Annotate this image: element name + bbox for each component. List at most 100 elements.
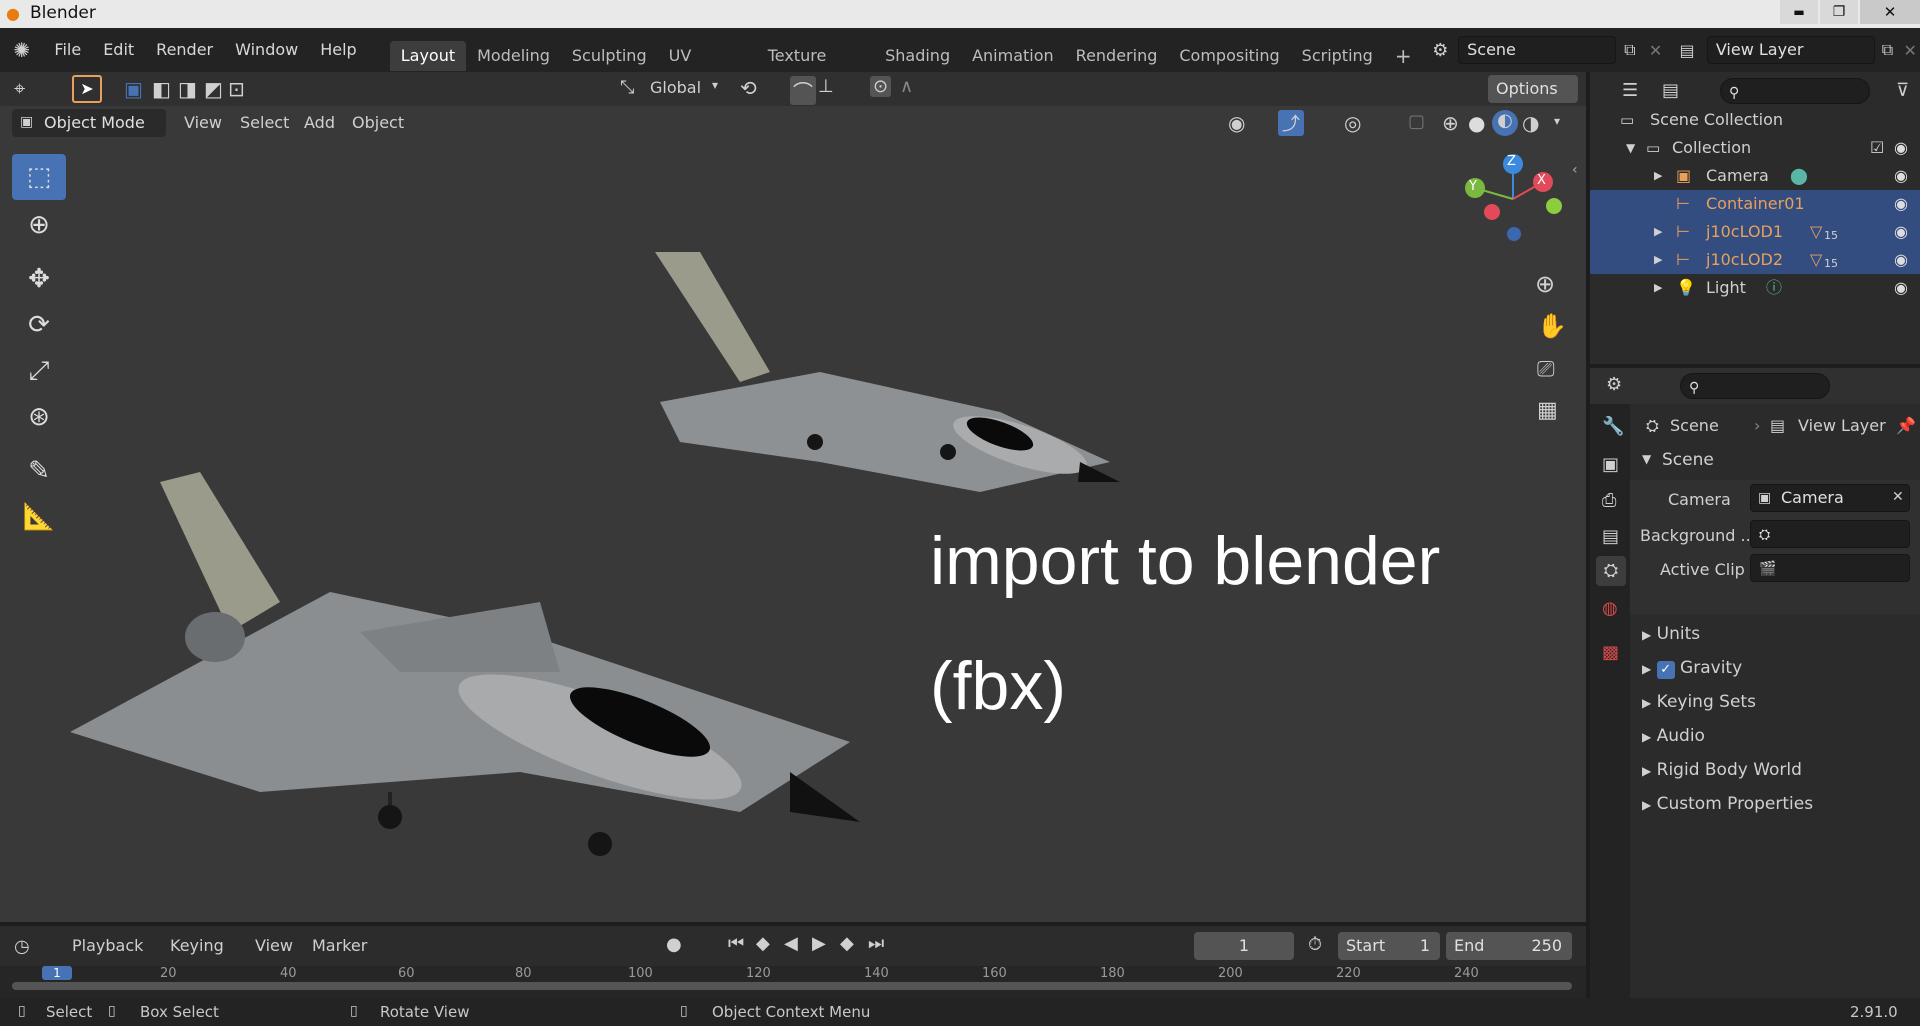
menu-help[interactable]: Help bbox=[309, 28, 367, 72]
rotate-tool-icon[interactable]: ⟳ bbox=[12, 302, 66, 348]
shading-options-chevron-icon[interactable]: ▾ bbox=[1554, 114, 1560, 128]
units-panel-header[interactable]: ▶ Units bbox=[1630, 618, 1908, 650]
outliner-row-collection[interactable]: ▼ ▭ Collection ☑ ◉ bbox=[1590, 134, 1920, 162]
tab-compositing[interactable]: Compositing bbox=[1168, 41, 1290, 71]
tab-sculpting[interactable]: Sculpting bbox=[561, 41, 658, 71]
current-frame-field[interactable]: 1 bbox=[1194, 932, 1294, 960]
timeline-menu-playback[interactable]: Playback bbox=[72, 936, 143, 955]
outliner-row-container01[interactable]: ⊢ Container01 ◉ bbox=[1590, 190, 1920, 218]
tab-texture-paint[interactable]: Texture Paint bbox=[757, 41, 874, 95]
wireframe-shading-icon[interactable]: ⊕ bbox=[1442, 111, 1459, 135]
solid-shading-icon[interactable]: ● bbox=[1468, 111, 1485, 135]
camera-field[interactable]: Camera bbox=[1750, 484, 1910, 512]
maximize-button[interactable]: ❐ bbox=[1820, 0, 1858, 24]
timeline-menu-keying[interactable]: Keying bbox=[170, 936, 224, 955]
scale-tool-icon[interactable]: ⤢ bbox=[12, 348, 66, 394]
next-keyframe-icon[interactable]: ◆ bbox=[840, 933, 854, 954]
eye-icon[interactable]: ◉ bbox=[1894, 218, 1908, 246]
select-box-tool-icon[interactable]: ⬚ bbox=[12, 154, 66, 200]
tab-scripting[interactable]: Scripting bbox=[1291, 41, 1384, 71]
gravity-checkbox[interactable]: ✓ bbox=[1656, 661, 1675, 679]
menu-file[interactable]: File bbox=[43, 28, 92, 72]
viewport-menu-add[interactable]: Add bbox=[304, 113, 335, 132]
cursor-tool-icon[interactable]: ⊕ bbox=[12, 202, 66, 248]
select-mode-subtract-icon[interactable]: ◨ bbox=[178, 77, 197, 101]
3d-viewport[interactable]: import to blender (fbx) Z X Y ⊕ ✋ ⎚ ▦ ‹ bbox=[0, 72, 1586, 922]
scene-field[interactable]: Scene bbox=[1458, 36, 1617, 64]
timeline-scrollbar[interactable] bbox=[12, 982, 1572, 990]
navigation-gizmo[interactable]: Z X Y bbox=[1455, 154, 1575, 254]
annotate-tool-icon[interactable]: ✎ bbox=[12, 448, 66, 494]
tab-modeling[interactable]: Modeling bbox=[466, 41, 561, 71]
view-layer-selector-icon[interactable]: ▤ bbox=[1667, 41, 1706, 60]
transform-tool-icon[interactable]: ⊛ bbox=[12, 394, 66, 440]
tab-animation[interactable]: Animation bbox=[961, 41, 1065, 71]
menu-render[interactable]: Render bbox=[145, 28, 224, 72]
remove-view-layer-icon[interactable]: ✕ bbox=[1900, 41, 1920, 60]
tool-tab-icon[interactable]: 🔧 bbox=[1602, 416, 1624, 437]
snap-toggle-icon[interactable]: ⌒ bbox=[790, 76, 816, 105]
timeline-menu-view[interactable]: View bbox=[255, 936, 293, 955]
pan-hand-icon[interactable]: ✋ bbox=[1537, 312, 1567, 340]
rendered-shading-icon[interactable]: ◑ bbox=[1522, 111, 1539, 135]
jump-start-icon[interactable]: ⏮ bbox=[728, 933, 744, 954]
custom-properties-panel-header[interactable]: ▶ Custom Properties bbox=[1630, 788, 1908, 820]
timeline-editor-type-icon[interactable]: ◷ bbox=[14, 936, 30, 957]
zoom-icon[interactable]: ⊕ bbox=[1535, 270, 1555, 298]
mesh-children-icon[interactable]: ▽ bbox=[1810, 218, 1822, 246]
select-tool-icon[interactable]: ➤ bbox=[72, 75, 102, 103]
gravity-panel-header[interactable]: ▶ ✓ Gravity bbox=[1630, 652, 1908, 684]
scene-tab-icon[interactable]: ⛭ bbox=[1596, 556, 1626, 586]
collapse-icon[interactable]: ▼ bbox=[1626, 134, 1635, 162]
transform-orientation-icon[interactable]: ⤡ bbox=[620, 77, 634, 98]
start-frame-field[interactable]: Start 1 bbox=[1338, 932, 1440, 960]
copy-view-layer-icon[interactable]: ⧉ bbox=[1875, 40, 1901, 60]
clear-camera-icon[interactable]: ✕ bbox=[1892, 489, 1904, 505]
camera-view-icon[interactable]: ⎚ bbox=[1537, 357, 1555, 382]
pin-icon[interactable]: 📌 bbox=[1896, 416, 1916, 435]
expand-icon[interactable]: ▶ bbox=[1654, 162, 1662, 190]
filter-icon[interactable]: ⊽ bbox=[1896, 80, 1909, 101]
eye-icon[interactable]: ◉ bbox=[1894, 190, 1908, 218]
close-button[interactable]: ✕ bbox=[1860, 0, 1920, 24]
select-mode-extend-icon[interactable]: ◧ bbox=[152, 77, 171, 101]
display-mode-icon[interactable]: ▤ bbox=[1662, 80, 1679, 101]
falloff-curve-icon[interactable]: ∧ bbox=[900, 76, 913, 97]
tab-shading[interactable]: Shading bbox=[874, 41, 961, 71]
outliner-row-light[interactable]: ▶ 💡 Light ⓘ ◉ bbox=[1590, 274, 1920, 302]
overlays-icon[interactable]: ◎ bbox=[1344, 111, 1361, 135]
mesh-children-icon[interactable]: ▽ bbox=[1810, 246, 1822, 274]
transform-orientation-dropdown[interactable]: Global bbox=[650, 78, 701, 97]
eye-icon[interactable]: ◉ bbox=[1894, 162, 1908, 190]
output-tab-icon[interactable]: ⎙ bbox=[1602, 490, 1616, 511]
outliner-row-j10clod1[interactable]: ▶ ⊢ j10cLOD1 ▽ 15 ◉ bbox=[1590, 218, 1920, 246]
eye-icon[interactable]: ◉ bbox=[1894, 274, 1908, 302]
expand-icon[interactable]: ▶ bbox=[1654, 274, 1662, 302]
camera-data-icon[interactable]: ⬤ bbox=[1790, 162, 1808, 190]
tab-rendering[interactable]: Rendering bbox=[1065, 41, 1169, 71]
remove-scene-icon[interactable]: ✕ bbox=[1644, 41, 1668, 60]
viewport-menu-object[interactable]: Object bbox=[352, 113, 404, 132]
scene-panel-header[interactable]: ▼ Scene bbox=[1630, 444, 1920, 478]
select-mode-intersect-icon[interactable]: ⊡ bbox=[228, 77, 245, 101]
collection-checkbox[interactable]: ☑ bbox=[1870, 134, 1884, 162]
background-scene-field[interactable]: ⛭ bbox=[1750, 520, 1910, 548]
light-data-icon[interactable]: ⓘ bbox=[1766, 274, 1782, 302]
measure-tool-icon[interactable]: 📐 bbox=[12, 494, 66, 540]
properties-editor-type-icon[interactable]: ⚙ bbox=[1606, 374, 1622, 395]
render-tab-icon[interactable]: ▣ bbox=[1602, 454, 1619, 475]
tab-uv-editing[interactable]: UV Editing bbox=[658, 41, 757, 95]
view-layer-tab-icon[interactable]: ▤ bbox=[1602, 526, 1619, 547]
stopwatch-icon[interactable]: ⏱ bbox=[1308, 934, 1322, 955]
select-mode-new-icon[interactable]: ▣ bbox=[124, 77, 143, 101]
material-shading-icon[interactable]: ◐ bbox=[1492, 110, 1518, 136]
rigid-body-world-panel-header[interactable]: ▶ Rigid Body World bbox=[1630, 754, 1908, 786]
minimize-button[interactable]: ▬ bbox=[1780, 0, 1818, 24]
outliner-row-camera[interactable]: ▶ ▣ Camera ⬤ ◉ bbox=[1590, 162, 1920, 190]
keying-sets-panel-header[interactable]: ▶ Keying Sets bbox=[1630, 686, 1908, 718]
outliner-row-scene-collection[interactable]: ▭ Scene Collection bbox=[1590, 106, 1920, 134]
expand-icon[interactable]: ▶ bbox=[1654, 246, 1662, 274]
eye-icon[interactable]: ◉ bbox=[1894, 134, 1908, 162]
options-dropdown[interactable]: Options bbox=[1488, 75, 1578, 103]
sidebar-toggle-icon[interactable]: ‹ bbox=[1572, 162, 1578, 178]
